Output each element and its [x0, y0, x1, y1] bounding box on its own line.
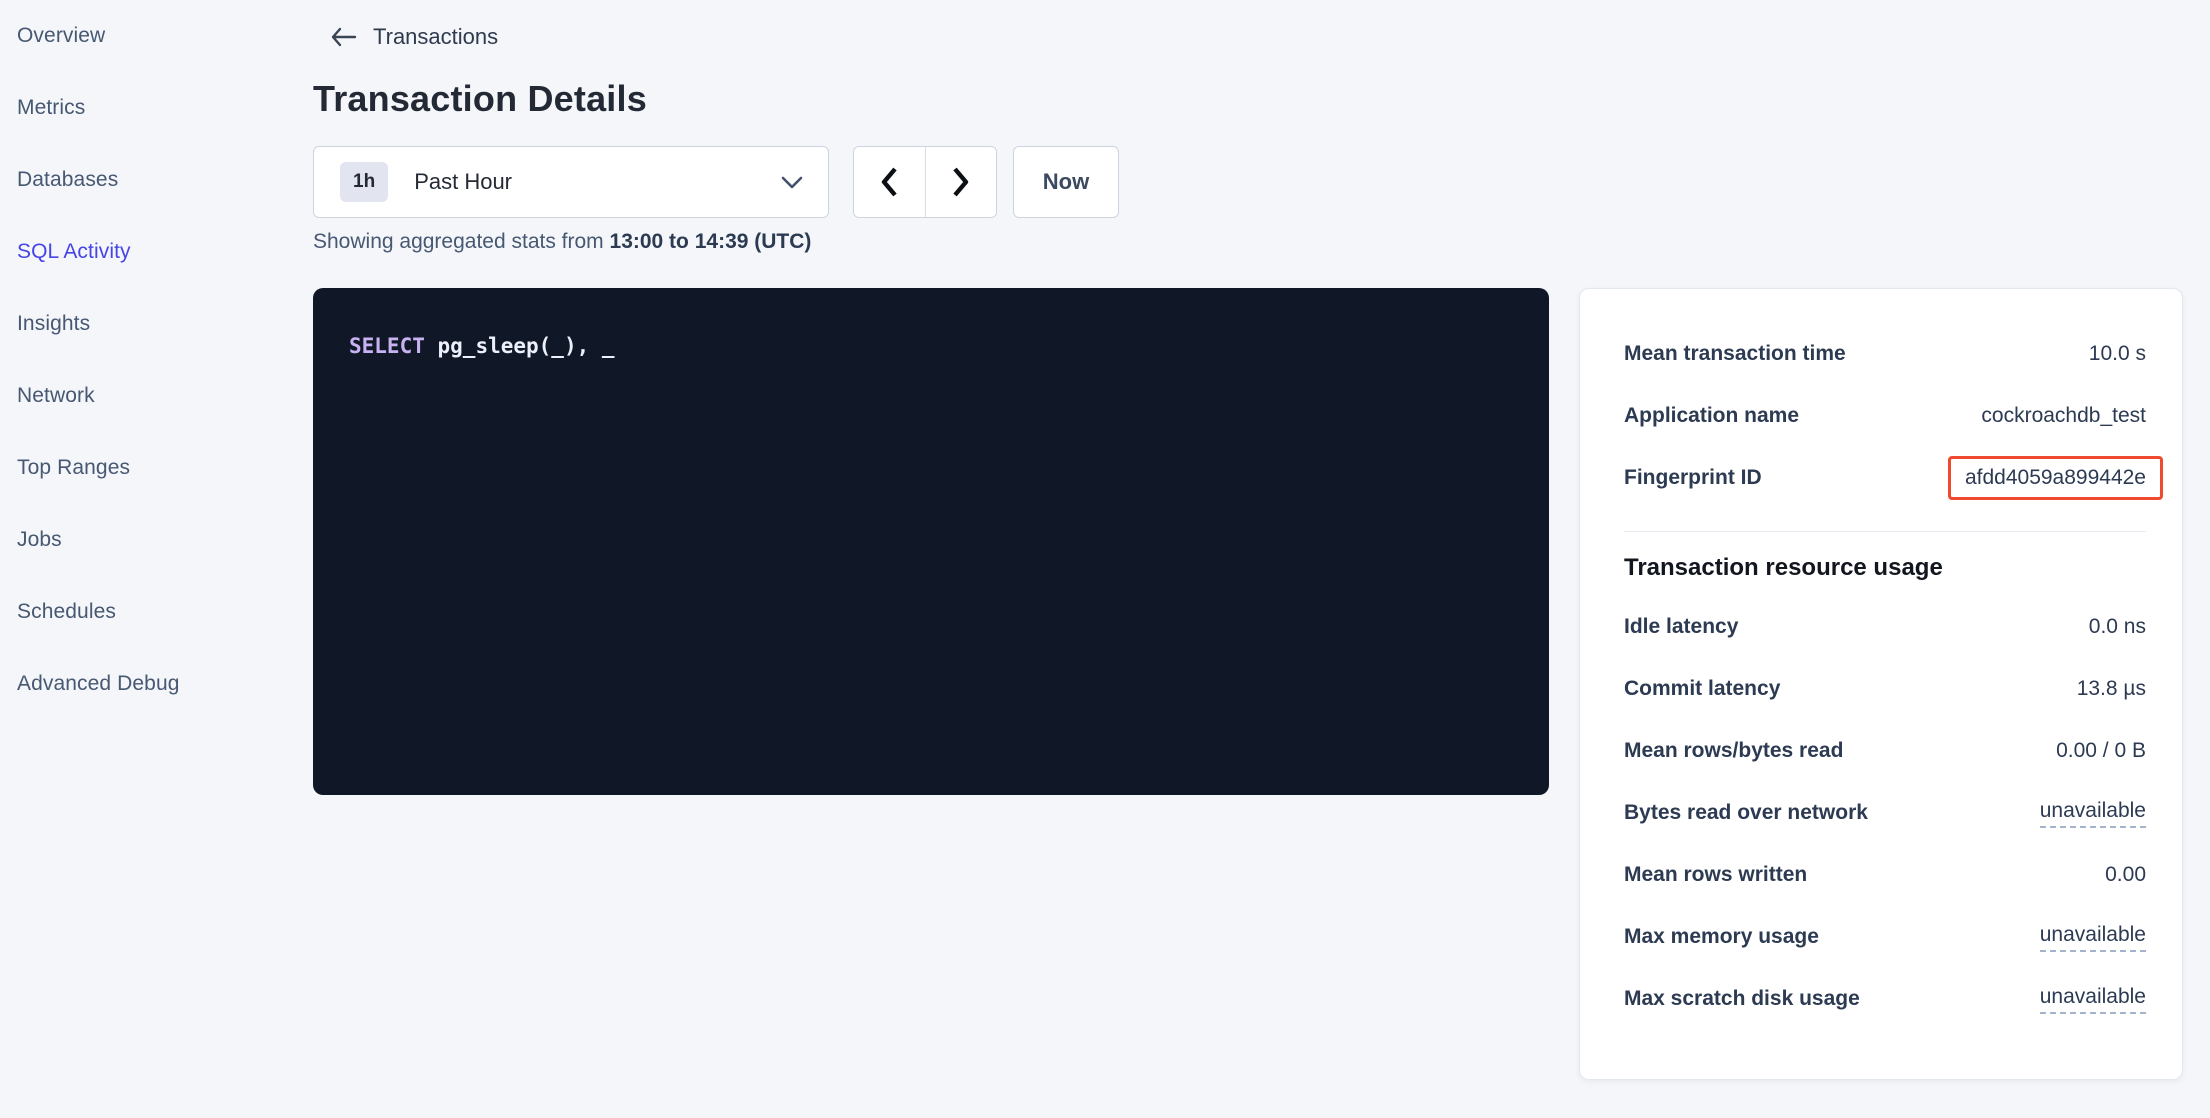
summary-row: Max scratch disk usage unavailable — [1624, 968, 2146, 1030]
card-divider — [1624, 531, 2146, 532]
row-value: 10.0 s — [2089, 342, 2146, 366]
time-step-group — [853, 146, 997, 218]
row-value: 0.00 — [2105, 863, 2146, 887]
breadcrumb[interactable]: Transactions — [330, 24, 498, 50]
row-value: 0.00 / 0 B — [2056, 739, 2146, 763]
breadcrumb-label[interactable]: Transactions — [373, 24, 498, 50]
sidebar-item-schedules[interactable]: Schedules — [0, 576, 284, 648]
fingerprint-annotation-box: afdd4059a899442e — [1948, 456, 2163, 500]
transaction-summary-card: Mean transaction time 10.0 s Application n… — [1579, 288, 2183, 1080]
summary-row: Fingerprint ID afdd4059a899442e — [1624, 447, 2146, 509]
summary-row: Idle latency 0.0 ns — [1624, 596, 2146, 658]
row-label: Bytes read over network — [1624, 801, 1868, 825]
row-label: Max memory usage — [1624, 925, 1819, 949]
chevron-left-icon — [878, 165, 900, 199]
row-label: Idle latency — [1624, 615, 1738, 639]
summary-row: Mean transaction time 10.0 s — [1624, 323, 2146, 385]
row-value: cockroachdb_test — [1981, 404, 2146, 428]
sidebar-item-insights[interactable]: Insights — [0, 288, 284, 360]
sidebar-item-advanced-debug[interactable]: Advanced Debug — [0, 648, 284, 720]
sidebar-item-databases[interactable]: Databases — [0, 144, 284, 216]
row-value: afdd4059a899442e — [1965, 466, 2146, 489]
chevron-down-icon — [780, 175, 804, 190]
sql-code-text: pg_sleep(_), _ — [438, 334, 615, 358]
stats-line-prefix: Showing aggregated stats from — [313, 230, 604, 253]
previous-time-button[interactable] — [854, 147, 926, 217]
sidebar-item-network[interactable]: Network — [0, 360, 284, 432]
page-title: Transaction Details — [313, 78, 647, 120]
chevron-right-icon — [950, 165, 972, 199]
row-value: unavailable — [2040, 923, 2146, 952]
row-label: Commit latency — [1624, 677, 1780, 701]
sidebar-nav: OverviewMetricsDatabasesSQL ActivityInsi… — [0, 0, 284, 1118]
transaction-details-page: OverviewMetricsDatabasesSQL ActivityInsi… — [0, 0, 2210, 1118]
sidebar-item-overview[interactable]: Overview — [0, 0, 284, 72]
time-controls: 1h Past Hour — [313, 146, 1119, 218]
sql-statement-box: SELECT pg_sleep(_), _ — [313, 288, 1549, 795]
aggregated-stats-line: Showing aggregated stats from 13:00 to 1… — [313, 230, 811, 254]
sidebar-item-metrics[interactable]: Metrics — [0, 72, 284, 144]
row-value: unavailable — [2040, 799, 2146, 828]
row-label: Max scratch disk usage — [1624, 987, 1860, 1011]
now-button[interactable]: Now — [1013, 146, 1119, 218]
sql-keyword: SELECT — [349, 334, 425, 358]
stats-line-range: 13:00 to 14:39 (UTC) — [610, 230, 812, 253]
row-label: Mean rows/bytes read — [1624, 739, 1843, 763]
summary-row: Commit latency 13.8 µs — [1624, 658, 2146, 720]
info-rows: Mean transaction time 10.0 s Application n… — [1624, 323, 2146, 509]
summary-row: Bytes read over network unavailable — [1624, 782, 2146, 844]
row-value: unavailable — [2040, 985, 2146, 1014]
time-range-dropdown[interactable]: 1h Past Hour — [313, 146, 829, 218]
resource-rows: Idle latency 0.0 ns Commit latency 13.8 µs M… — [1624, 596, 2146, 1030]
row-label: Mean rows written — [1624, 863, 1807, 887]
row-label: Fingerprint ID — [1624, 466, 1762, 490]
summary-row: Application name cockroachdb_test — [1624, 385, 2146, 447]
next-time-button[interactable] — [926, 147, 997, 217]
duration-badge: 1h — [340, 162, 388, 202]
row-value: 13.8 µs — [2077, 677, 2146, 701]
summary-row: Mean rows written 0.00 — [1624, 844, 2146, 906]
sidebar-item-top-ranges[interactable]: Top Ranges — [0, 432, 284, 504]
row-label: Application name — [1624, 404, 1799, 428]
summary-row: Mean rows/bytes read 0.00 / 0 B — [1624, 720, 2146, 782]
resource-usage-section-title: Transaction resource usage — [1624, 554, 2146, 582]
back-arrow-icon[interactable] — [330, 26, 357, 48]
summary-row: Max memory usage unavailable — [1624, 906, 2146, 968]
row-label: Mean transaction time — [1624, 342, 1846, 366]
time-range-selected-label: Past Hour — [414, 169, 512, 195]
sidebar-item-jobs[interactable]: Jobs — [0, 504, 284, 576]
row-value: 0.0 ns — [2089, 615, 2146, 639]
sidebar-item-sql-activity[interactable]: SQL Activity — [0, 216, 284, 288]
